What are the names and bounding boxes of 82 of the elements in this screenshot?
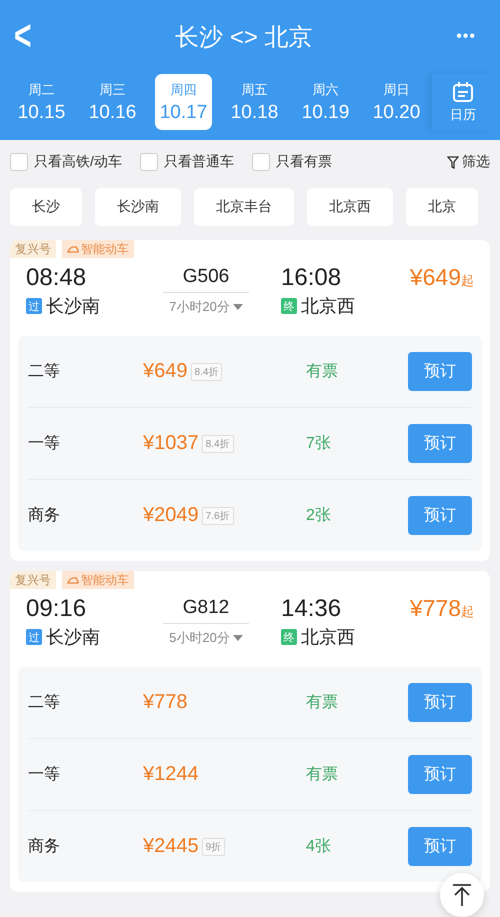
filter-checkbox[interactable]: 只看有票 [252,153,332,171]
more-button[interactable]: ••• [456,28,476,46]
arrive-time: 14:36 [281,594,342,624]
page-title: 长沙 <> 北京 [175,23,313,53]
arrive-station: 北京西 [301,626,355,649]
lowest-price: ¥778 [410,595,461,622]
depart-time: 08:48 [26,263,88,293]
discount-badge: 9折 [202,838,226,856]
availability: 有票 [306,765,339,785]
checkbox[interactable] [10,153,28,171]
availability: 2张 [306,506,332,526]
seat-class: 一等 [28,765,61,785]
availability: 7张 [306,434,332,454]
depart-station: 长沙南 [46,626,100,649]
availability: 有票 [306,362,339,382]
train-tag: 智能动车 [62,571,134,589]
availability: 4张 [306,836,332,857]
calendar-button[interactable]: 日历 [432,74,494,130]
seat-price: ¥649 [143,360,188,383]
filter-button[interactable]: 筛选 [447,153,490,171]
train-number: G812 [162,593,250,624]
caret-icon [232,304,243,310]
filter-icon [447,156,459,168]
date-tab[interactable]: 周三 10.16 [77,74,148,130]
date-tab[interactable]: 周五 10.18 [219,74,290,130]
terminal-badge: 终 [281,298,297,314]
seat-price: ¥778 [143,691,188,714]
discount-badge: 7.6折 [202,506,234,524]
terminal-badge: 终 [281,629,297,645]
train-tag: 智能动车 [62,240,134,258]
book-button[interactable]: 预订 [408,683,472,722]
seat-price: ¥2445 [143,835,199,858]
depart-time: 09:16 [26,594,88,624]
discount-badge: 8.4折 [190,362,222,380]
date-tab[interactable]: 周二 10.15 [6,74,77,130]
train-icon [67,576,79,584]
filter-checkbox[interactable]: 只看普通车 [140,153,234,171]
checkbox[interactable] [252,153,270,171]
date-tab[interactable]: 周六 10.19 [290,74,361,130]
pass-badge: 过 [26,629,42,645]
lowest-price: ¥649 [410,264,461,291]
date-tab[interactable]: 周四 10.17 [155,74,212,130]
calendar-icon [452,80,474,102]
train-tag: 复兴号 [10,571,56,589]
checkbox[interactable] [140,153,158,171]
book-button[interactable]: 预订 [408,496,472,535]
book-button[interactable]: 预订 [408,827,472,866]
back-button[interactable]: < [14,13,32,61]
train-icon [67,245,79,253]
discount-badge: 8.4折 [202,434,234,452]
seat-class: 二等 [28,362,61,382]
seat-price: ¥1037 [143,432,199,455]
pass-badge: 过 [26,298,42,314]
availability: 有票 [306,693,339,713]
station-chip[interactable]: 长沙南 [95,188,181,226]
arrive-station: 北京西 [301,295,355,318]
caret-icon [232,634,243,642]
duration[interactable]: 5小时20分 [169,629,243,647]
book-button[interactable]: 预订 [408,424,472,463]
seat-price: ¥2049 [143,504,199,527]
arrive-time: 16:08 [281,263,342,293]
depart-station: 长沙南 [46,295,100,318]
seat-class: 商务 [28,836,61,857]
filter-checkbox[interactable]: 只看高铁/动车 [10,153,122,171]
train-number: G506 [162,262,250,293]
price-suffix: 起 [461,272,474,290]
station-chip[interactable]: 长沙 [10,188,82,226]
station-chip[interactable]: 北京 [406,188,478,226]
scroll-top-button[interactable] [440,873,484,917]
seat-class: 商务 [28,506,61,526]
book-button[interactable]: 预订 [408,755,472,794]
seat-class: 二等 [28,693,61,713]
seat-price: ¥1244 [143,763,199,786]
book-button[interactable]: 预订 [408,352,472,391]
date-tab[interactable]: 周日 10.20 [361,74,432,130]
station-chip[interactable]: 北京丰台 [194,188,294,226]
price-suffix: 起 [461,603,474,621]
seat-class: 一等 [28,434,61,454]
station-chip[interactable]: 北京西 [307,188,393,226]
duration[interactable]: 7小时20分 [169,298,243,316]
train-tag: 复兴号 [10,240,56,258]
arrow-up-icon [450,883,474,907]
